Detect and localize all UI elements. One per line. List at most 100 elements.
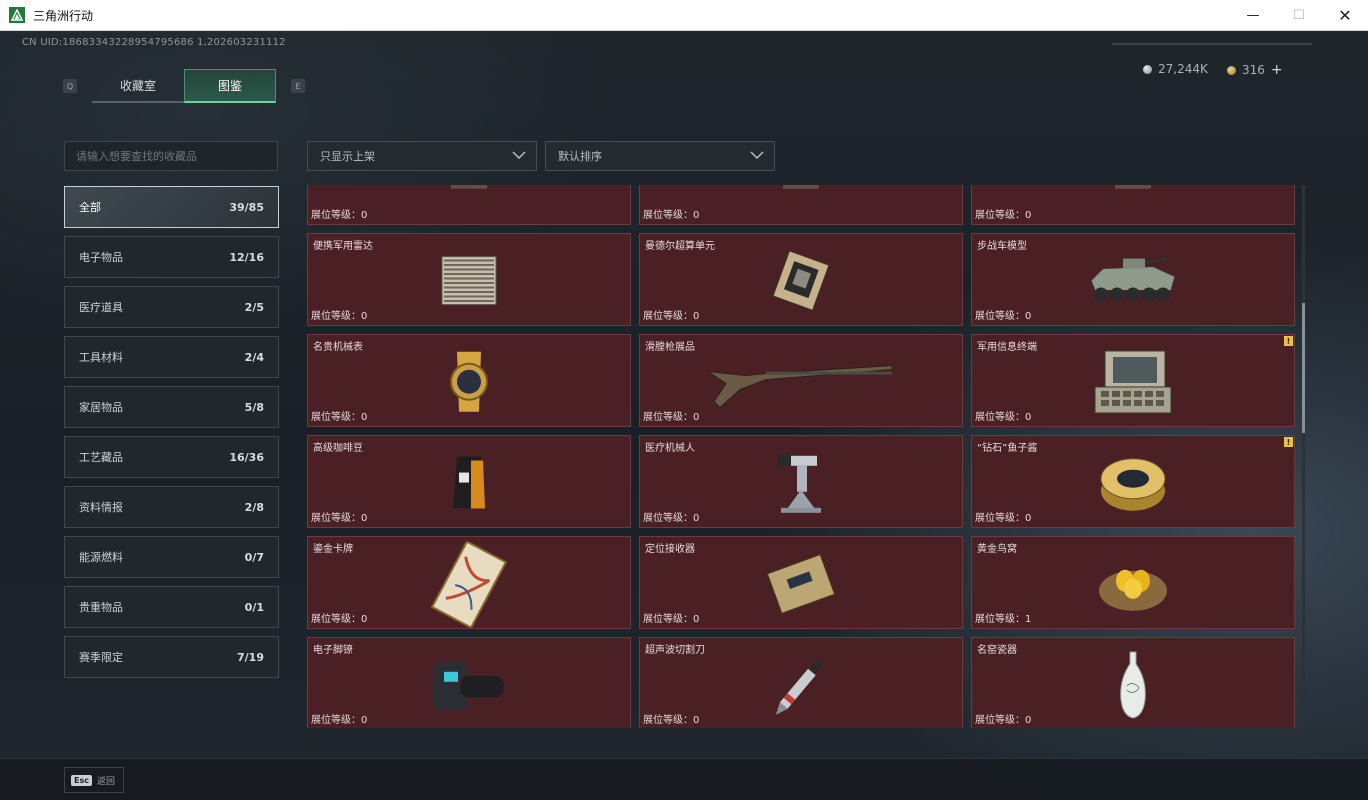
collection-item-card[interactable]: 名贵机械表 展位等级：0: [307, 334, 631, 427]
category-label: 贵重物品: [79, 601, 123, 614]
collection-item-card[interactable]: 便携军用雷达展位等级：0: [307, 233, 631, 326]
category-count: 2/5: [244, 300, 264, 314]
category-count: 0/1: [244, 600, 264, 614]
booth-level-label: 展位等级：: [975, 513, 1025, 524]
category-count: 5/8: [244, 400, 264, 414]
booth-level-value: 0: [361, 210, 368, 221]
collection-item-card[interactable]: 鎏金卡牌展位等级：0: [307, 536, 631, 629]
minimize-button[interactable]: —: [1230, 0, 1276, 31]
collection-item-card[interactable]: 超声波切割刀 展位等级：0: [639, 637, 963, 728]
category-medical[interactable]: 医疗道具 2/5: [64, 286, 279, 328]
top-tabs: 收藏室 图鉴: [92, 69, 276, 103]
category-valuables[interactable]: 贵重物品 0/1: [64, 586, 279, 628]
collection-item-card[interactable]: 步战车模型 展位等级：0: [971, 233, 1295, 326]
category-count: 16/36: [229, 450, 264, 464]
collection-item-card[interactable]: 定位接收器 展位等级：0: [639, 536, 963, 629]
search-box[interactable]: [64, 141, 278, 171]
booth-level: 展位等级：0: [311, 307, 367, 322]
category-season-limited[interactable]: 赛季限定 7/19: [64, 636, 279, 678]
category-label: 电子物品: [79, 251, 123, 264]
item-image: [439, 185, 499, 202]
category-tools[interactable]: 工具材料 2/4: [64, 336, 279, 378]
close-button[interactable]: ✕: [1322, 0, 1368, 31]
booth-level-value: 0: [1025, 715, 1032, 726]
collection-item-card[interactable]: 展位等级：0: [307, 185, 631, 225]
category-count: 2/4: [244, 350, 264, 364]
booth-level: 展位等级：0: [643, 610, 699, 625]
collection-item-card[interactable]: 滑膛枪展品 展位等级：0: [639, 334, 963, 427]
collection-item-card[interactable]: 医疗机械人展位等级：0: [639, 435, 963, 528]
category-electronics[interactable]: 电子物品 12/16: [64, 236, 279, 278]
category-count: 12/16: [229, 250, 264, 264]
maximize-button[interactable]: ☐: [1276, 0, 1322, 31]
radar-icon: [434, 250, 504, 314]
booth-level-label: 展位等级：: [311, 210, 361, 221]
category-household[interactable]: 家居物品 5/8: [64, 386, 279, 428]
category-count: 7/19: [237, 650, 264, 664]
item-name: 医疗机械人: [645, 443, 695, 454]
booth-level: 展位等级：0: [643, 509, 699, 524]
booth-level-value: 0: [361, 513, 368, 524]
collection-item-card[interactable]: 高级咖啡豆 展位等级：0: [307, 435, 631, 528]
add-currency-button[interactable]: +: [1271, 62, 1283, 78]
warning-icon: !: [1284, 437, 1293, 447]
coffee-icon: [449, 452, 489, 516]
category-all[interactable]: 全部 39/85: [64, 186, 279, 228]
grid-scrollbar[interactable]: [1302, 185, 1305, 728]
collection-item-card[interactable]: 电子脚镣 展位等级：0: [307, 637, 631, 728]
category-count: 0/7: [244, 550, 264, 564]
booth-level: 展位等级：0: [311, 610, 367, 625]
sort-dropdown[interactable]: 默认排序: [545, 141, 775, 171]
tab-catalog[interactable]: 图鉴: [184, 69, 276, 103]
collection-item-card[interactable]: 名窑瓷器 展位等级：0: [971, 637, 1295, 728]
booth-level-value: 0: [1025, 210, 1032, 221]
warning-icon: !: [1284, 336, 1293, 346]
gold-amount: 316: [1242, 63, 1265, 77]
booth-level: 展位等级：1: [975, 610, 1031, 625]
item-name: 军用信息终端: [977, 342, 1037, 353]
scrollbar-thumb[interactable]: [1302, 303, 1305, 433]
app-logo-icon: [9, 7, 25, 23]
game-area: CN UID:18683343228954795686 1,2026032311…: [0, 31, 1368, 800]
booth-level: 展位等级：0: [311, 206, 367, 221]
collection-item-card[interactable]: 展位等级：0: [971, 185, 1295, 225]
filter-dropdown[interactable]: 只显示上架: [307, 141, 537, 171]
booth-level-value: 0: [361, 614, 368, 625]
category-energy[interactable]: 能源燃料 0/7: [64, 536, 279, 578]
tab-prev-key-hint: Q: [63, 79, 77, 93]
collection-item-card[interactable]: 展位等级：0: [639, 185, 963, 225]
category-intel[interactable]: 资料情报 2/8: [64, 486, 279, 528]
golden-nest-icon: [1095, 550, 1171, 620]
collection-item-card[interactable]: 曼德尔超算单元 展位等级：0: [639, 233, 963, 326]
booth-level: 展位等级：0: [975, 307, 1031, 322]
booth-level: 展位等级：0: [643, 206, 699, 221]
booth-level-label: 展位等级：: [975, 412, 1025, 423]
category-list: 全部 39/85 电子物品 12/16 医疗道具 2/5 工具材料 2/4 家居物品 5/…: [64, 186, 279, 686]
booth-level: 展位等级：0: [311, 408, 367, 423]
tab-collection-room[interactable]: 收藏室: [92, 69, 184, 103]
booth-level-value: 0: [1025, 311, 1032, 322]
category-crafts[interactable]: 工艺藏品 16/36: [64, 436, 279, 478]
collection-item-card[interactable]: 军用信息终端 展位等级：0!: [971, 334, 1295, 427]
item-name: 黄金鸟窝: [977, 544, 1017, 555]
player-uid: CN UID:18683343228954795686 1,2026032311…: [22, 37, 286, 48]
ultrasonic-knife-icon: [766, 649, 836, 723]
bottom-bar: Esc 返回: [0, 758, 1368, 800]
booth-level-value: 0: [693, 513, 700, 524]
silver-amount: 27,244K: [1158, 62, 1208, 76]
category-label: 全部: [79, 201, 101, 214]
back-button[interactable]: Esc 返回: [64, 767, 124, 793]
category-count: 2/8: [244, 500, 264, 514]
collection-item-card[interactable]: 黄金鸟窝展位等级：1: [971, 536, 1295, 629]
item-name: 便携军用雷达: [313, 241, 373, 252]
esc-key-hint: Esc: [71, 774, 92, 786]
collection-item-card[interactable]: “钻石”鱼子酱 展位等级：0!: [971, 435, 1295, 528]
booth-level: 展位等级：0: [311, 711, 367, 726]
booth-level-value: 1: [1025, 614, 1032, 625]
search-input[interactable]: [65, 142, 277, 170]
musket-icon: [706, 351, 896, 415]
booth-level: 展位等级：0: [975, 206, 1031, 221]
item-name: 高级咖啡豆: [313, 443, 363, 454]
item-name: 鎏金卡牌: [313, 544, 353, 555]
booth-level-value: 0: [693, 614, 700, 625]
